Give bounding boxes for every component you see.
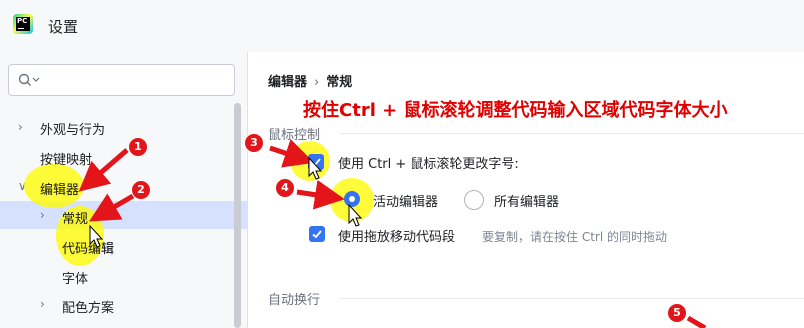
sidebar-item-appearance[interactable]: 外观与行为 <box>40 119 105 138</box>
sidebar-item-color-scheme[interactable]: 配色方案 <box>62 297 114 316</box>
window-title: 设置 <box>48 18 79 36</box>
checkmark-icon <box>311 158 321 167</box>
callout-badge-5: 5 <box>667 303 687 323</box>
section-divider <box>340 133 804 134</box>
ctrl-wheel-font-checkbox[interactable] <box>308 154 324 170</box>
callout-badge-2: 2 <box>131 180 151 200</box>
radio-active-editor[interactable] <box>344 191 360 207</box>
search-input[interactable] <box>8 64 235 96</box>
breadcrumb-separator-icon: › <box>314 75 320 90</box>
radio-active-editor-label[interactable]: 活动编辑器 <box>373 191 438 210</box>
sidebar-item-general-overlay: 常规 <box>62 212 89 227</box>
ctrl-wheel-font-label[interactable]: 使用 Ctrl + 鼠标滚轮更改字号: <box>338 153 519 172</box>
section-divider <box>340 298 804 299</box>
selected-row-highlight <box>0 201 247 229</box>
sidebar-scrollbar[interactable] <box>234 103 241 328</box>
sidebar-item-editor-overlay: 编辑器 <box>40 183 80 198</box>
breadcrumb: 编辑器 › 常规 <box>268 71 352 90</box>
section-title-soft-wrap: 自动换行 <box>268 293 321 308</box>
breadcrumb-current: 常规 <box>326 75 353 90</box>
radio-all-editors-label[interactable]: 所有编辑器 <box>494 191 559 210</box>
search-icon <box>18 73 40 86</box>
annotation-text: 按住Ctrl + 鼠标滚轮调整代码输入区域代码字体大小 <box>303 100 728 121</box>
pycharm-logo-icon: PC <box>13 14 33 34</box>
radio-all-editors[interactable] <box>464 190 484 210</box>
title-bar: PC 设置 <box>0 0 804 52</box>
chevron-right-icon[interactable]: › <box>40 208 45 222</box>
drag-move-checkbox[interactable] <box>309 226 325 242</box>
callout-badge-1: 1 <box>128 137 148 157</box>
drag-move-label[interactable]: 使用拖放移动代码段 <box>338 226 455 245</box>
chevron-right-icon[interactable]: › <box>18 120 23 134</box>
checkmark-icon <box>312 230 322 239</box>
sidebar-item-font[interactable]: 字体 <box>62 268 88 287</box>
chevron-right-icon[interactable]: › <box>40 297 45 311</box>
callout-badge-3: 3 <box>244 133 264 153</box>
callout-badge-4: 4 <box>275 178 295 198</box>
breadcrumb-parent[interactable]: 编辑器 <box>268 75 307 90</box>
drag-move-hint: 要复制，请在按住 Ctrl 的同时拖动 <box>482 230 667 244</box>
sidebar-item-code-editing-overlay: 代码编辑 <box>62 242 115 257</box>
